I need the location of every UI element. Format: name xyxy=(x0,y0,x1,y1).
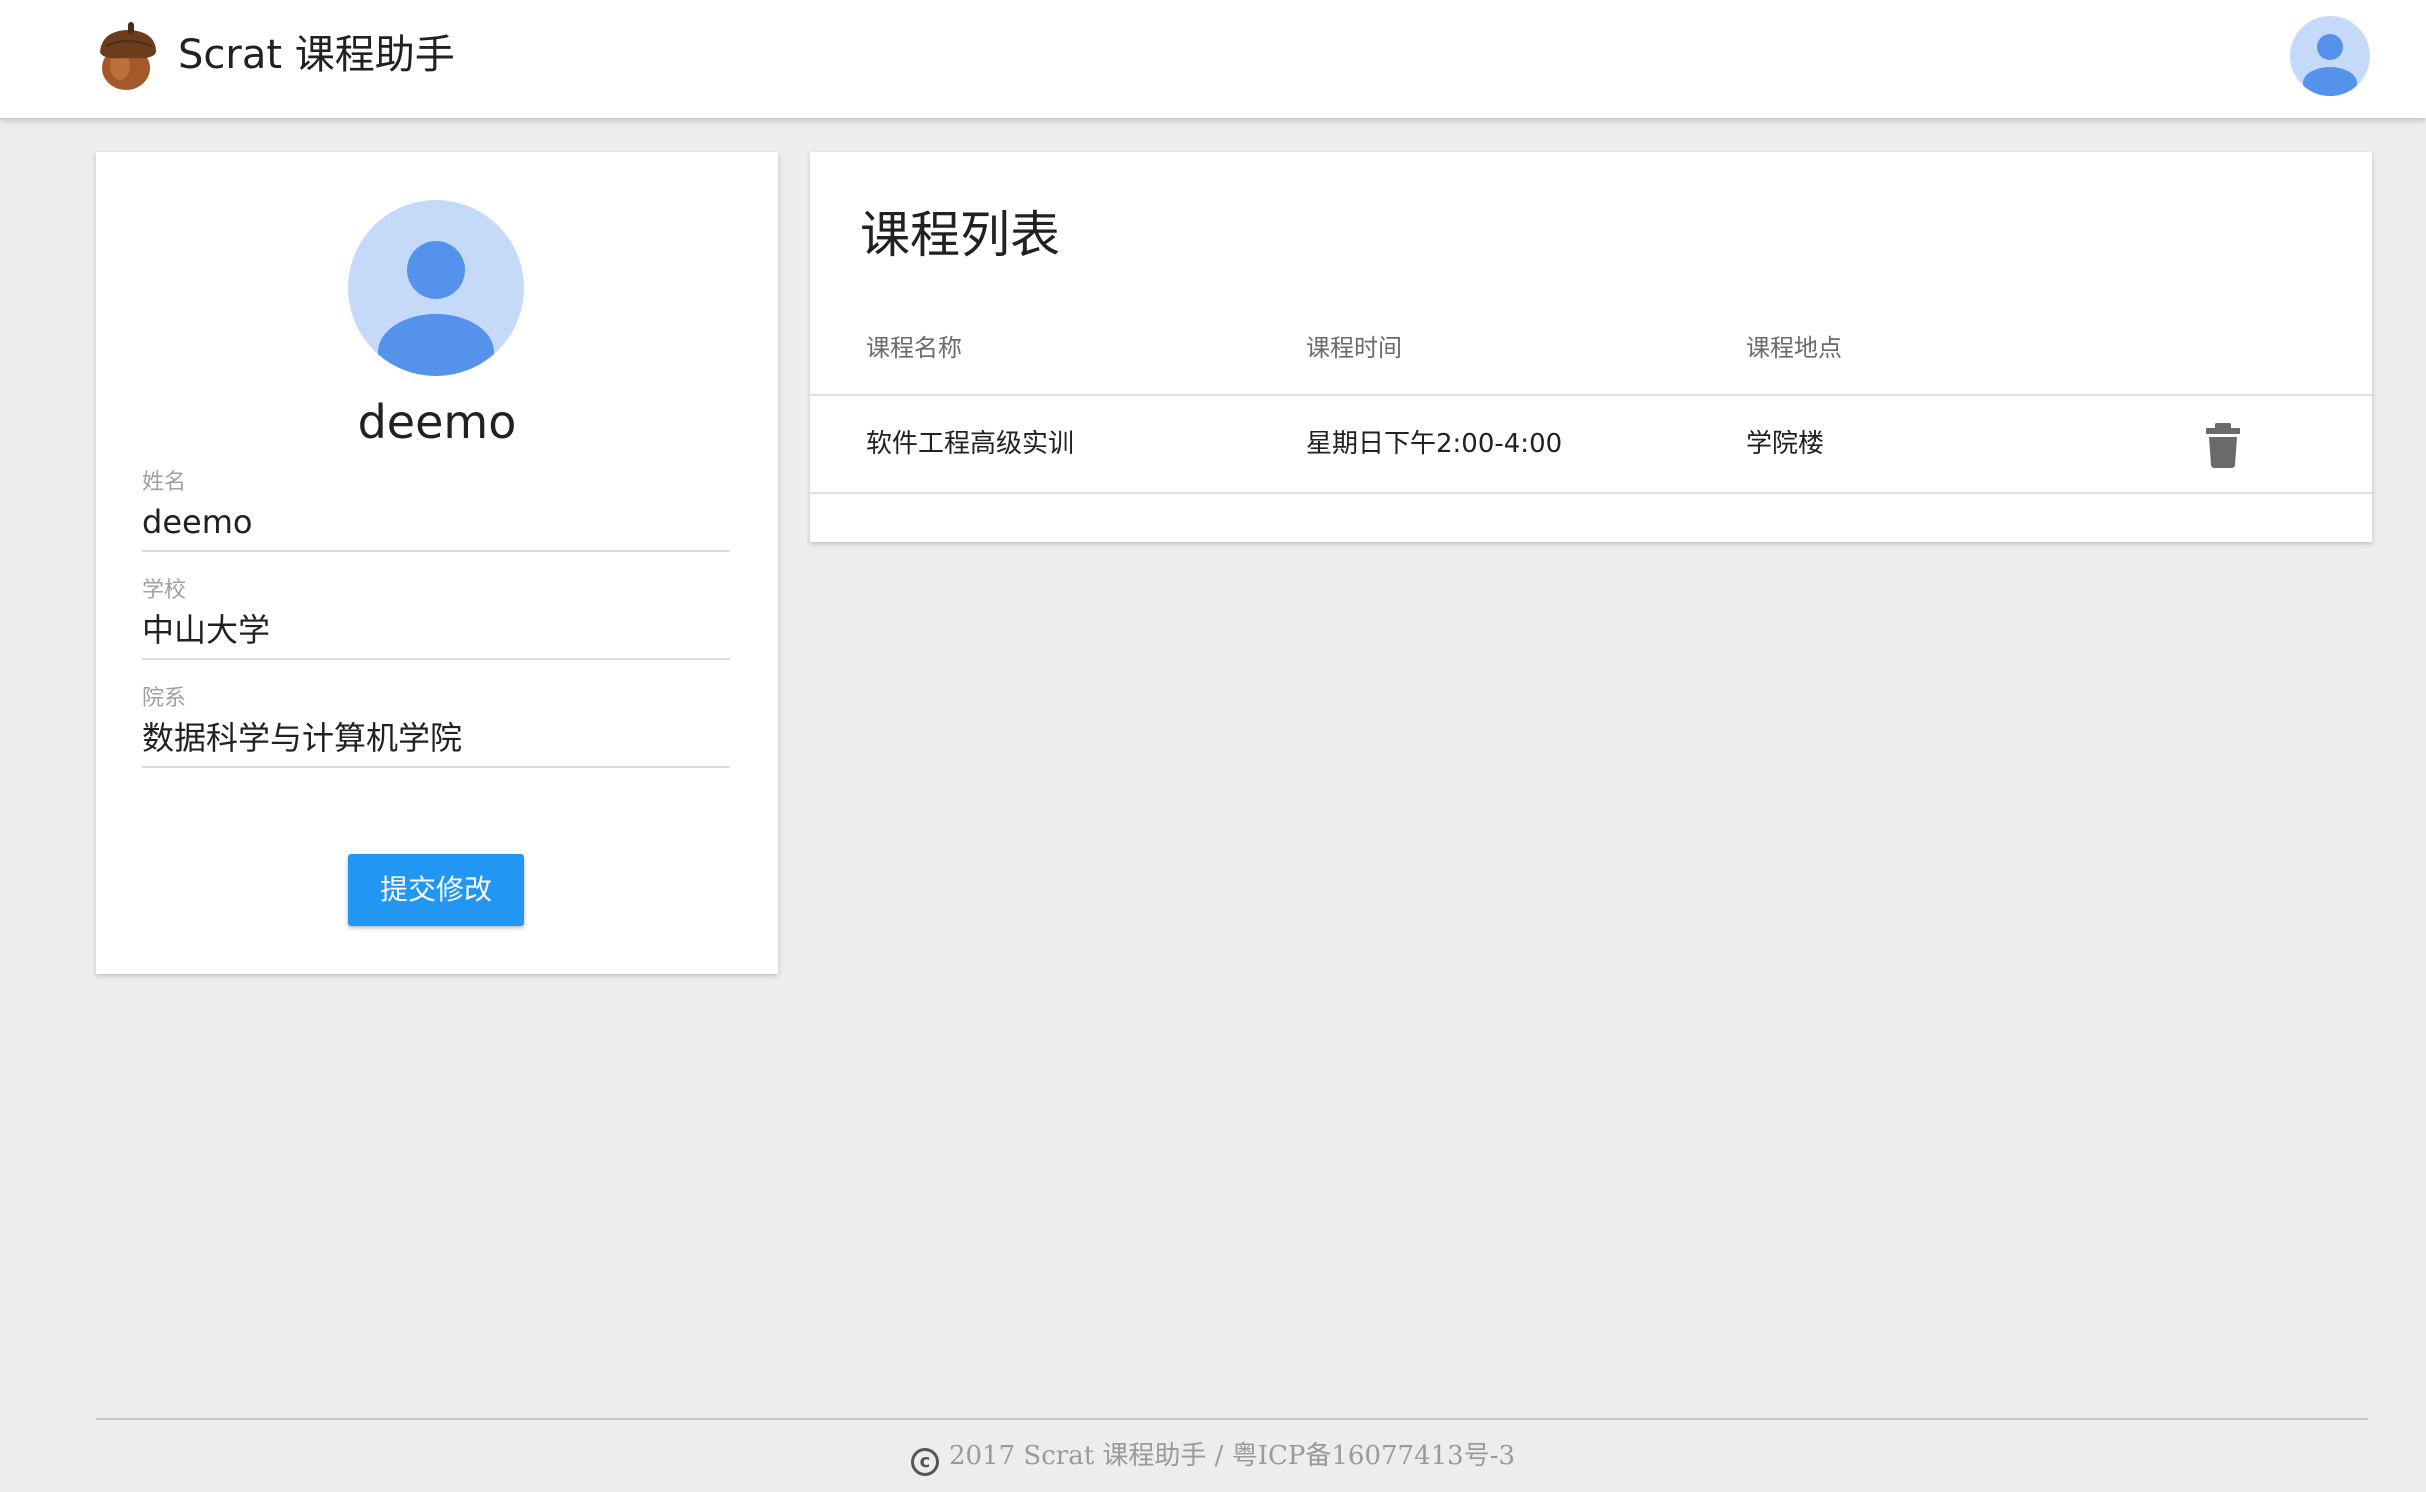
table-row: 软件工程高级实训 星期日下午2:00-4:00 学院楼 xyxy=(810,396,2372,492)
acorn-icon[interactable] xyxy=(96,22,160,92)
school-field: 学校 xyxy=(142,576,730,660)
footer-text: 2017 Scrat 课程助手 / 粤ICP备16077413号-3 xyxy=(948,1441,1516,1471)
column-header-course-name[interactable]: 课程名称 xyxy=(866,328,962,368)
profile-avatar xyxy=(348,200,524,376)
app-bar: Scrat 课程助手 xyxy=(0,0,2426,118)
course-name-cell: 软件工程高级实训 xyxy=(866,429,1075,459)
footer: c 2017 Scrat 课程助手 / 粤ICP备16077413号-3 xyxy=(0,1436,2426,1476)
course-location-cell: 学院楼 xyxy=(1746,429,1825,459)
column-header-course-time[interactable]: 课程时间 xyxy=(1306,328,1402,368)
course-time-cell: 星期日下午2:00-4:00 xyxy=(1306,429,1563,459)
footer-divider xyxy=(96,1418,2368,1420)
column-header-course-location[interactable]: 课程地点 xyxy=(1746,328,1842,368)
profile-card: deemo 姓名 学校 院系 提交修改 xyxy=(96,152,778,974)
app-title[interactable]: Scrat 课程助手 xyxy=(178,30,455,80)
department-input[interactable] xyxy=(142,716,730,760)
name-field: 姓名 xyxy=(142,468,730,552)
submit-changes-button[interactable]: 提交修改 xyxy=(348,854,524,926)
name-label: 姓名 xyxy=(142,470,187,495)
course-list-card: 课程列表 课程名称 课程时间 课程地点 软件工程高级实训 星期日下午2:00-4… xyxy=(810,152,2372,542)
school-input[interactable] xyxy=(142,608,730,652)
department-field: 院系 xyxy=(142,684,730,768)
copyright-icon: c xyxy=(910,1448,939,1476)
course-list-title: 课程列表 xyxy=(860,206,1060,264)
user-avatar-icon xyxy=(378,241,494,376)
name-input[interactable] xyxy=(142,500,730,544)
trash-icon xyxy=(2206,423,2240,468)
department-label: 院系 xyxy=(142,686,187,711)
school-label: 学校 xyxy=(142,578,187,603)
profile-username: deemo xyxy=(357,395,517,449)
user-avatar-icon xyxy=(2303,34,2357,96)
user-avatar-button[interactable] xyxy=(2290,16,2370,96)
delete-course-button[interactable] xyxy=(2196,418,2250,472)
table-divider xyxy=(810,492,2372,494)
